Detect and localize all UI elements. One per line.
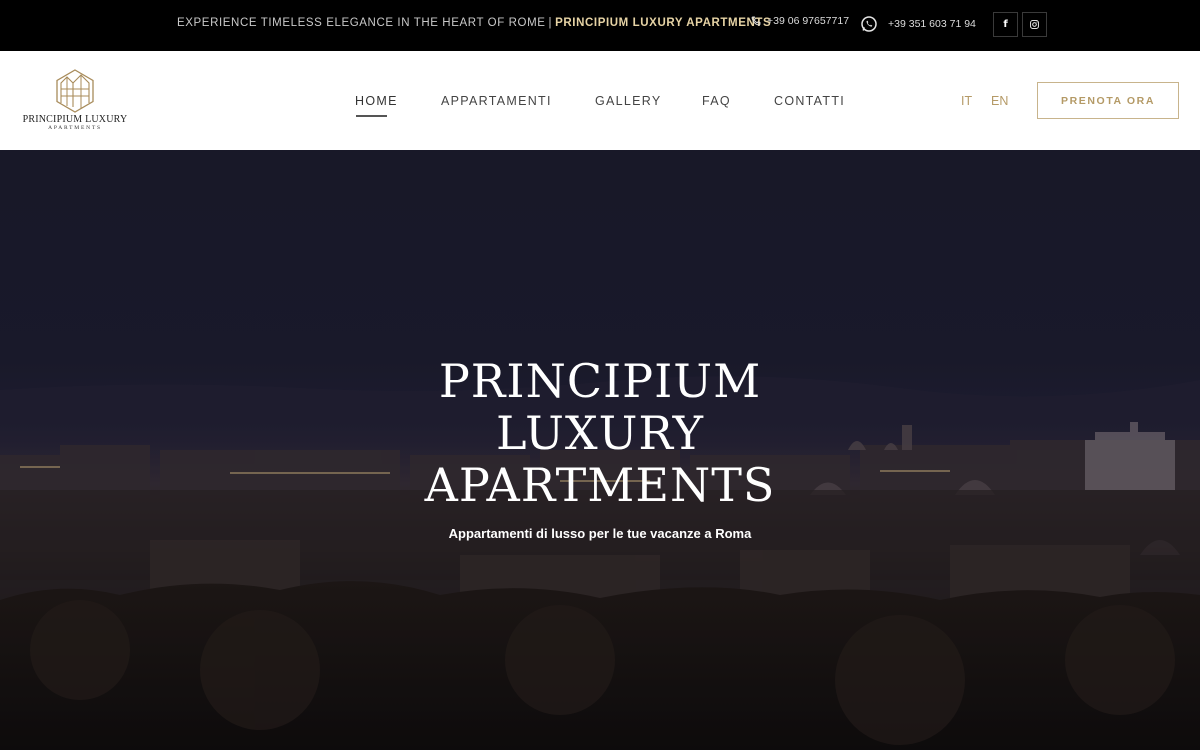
whatsapp-icon: [861, 16, 877, 32]
logo-hexagon-icon: [56, 69, 94, 113]
logo-name: PRINCIPIUM LUXURY: [22, 114, 128, 125]
nav-home[interactable]: HOME: [355, 94, 398, 108]
whatsapp-link[interactable]: +39 351 603 71 94: [860, 15, 976, 33]
whatsapp-number: +39 351 603 71 94: [888, 18, 976, 30]
instagram-icon: [1030, 20, 1039, 29]
nav-gallery[interactable]: GALLERY: [595, 94, 662, 108]
nav-active-underline: [356, 115, 387, 117]
hero-title: PRINCIPIUM LUXURY APARTMENTS: [300, 355, 900, 511]
facebook-button[interactable]: f: [993, 12, 1018, 37]
instagram-button[interactable]: [1022, 12, 1047, 37]
tagline-separator: |: [548, 17, 553, 29]
tagline-brand: PRINCIPIUM LUXURY APARTMENTS: [555, 17, 772, 29]
language-it[interactable]: IT: [961, 94, 972, 108]
hero-title-line: APARTMENTS: [424, 458, 776, 512]
nav-appartamenti[interactable]: APPARTAMENTI: [441, 94, 552, 108]
hero-subtitle: Appartamenti di lusso per le tue vacanze…: [448, 526, 752, 541]
hero-section: PRINCIPIUM LUXURY APARTMENTS Appartament…: [0, 150, 1200, 750]
logo-subtitle: APARTMENTS: [48, 125, 102, 131]
nav-faq[interactable]: FAQ: [702, 94, 731, 108]
main-header: PRINCIPIUM LUXURY APARTMENTS HOME APPART…: [0, 51, 1200, 150]
nav-contatti[interactable]: CONTATTI: [774, 94, 845, 108]
tagline-text: EXPERIENCE TIMELESS ELEGANCE IN THE HEAR…: [177, 17, 546, 29]
facebook-icon: f: [1003, 19, 1008, 30]
top-bar: EXPERIENCE TIMELESS ELEGANCE IN THE HEAR…: [0, 0, 1200, 51]
hero-title-line: LUXURY: [496, 406, 704, 460]
site-logo[interactable]: PRINCIPIUM LUXURY APARTMENTS: [22, 69, 128, 133]
language-en[interactable]: EN: [991, 94, 1008, 108]
phone-link[interactable]: +39 06 97657717: [751, 15, 849, 27]
topbar-tagline: EXPERIENCE TIMELESS ELEGANCE IN THE HEAR…: [177, 17, 771, 29]
phone-number: +39 06 97657717: [767, 15, 850, 27]
prenota-ora-button[interactable]: PRENOTA ORA: [1037, 82, 1179, 119]
phone-icon: [751, 16, 761, 26]
hero-title-line: PRINCIPIUM: [438, 354, 762, 408]
